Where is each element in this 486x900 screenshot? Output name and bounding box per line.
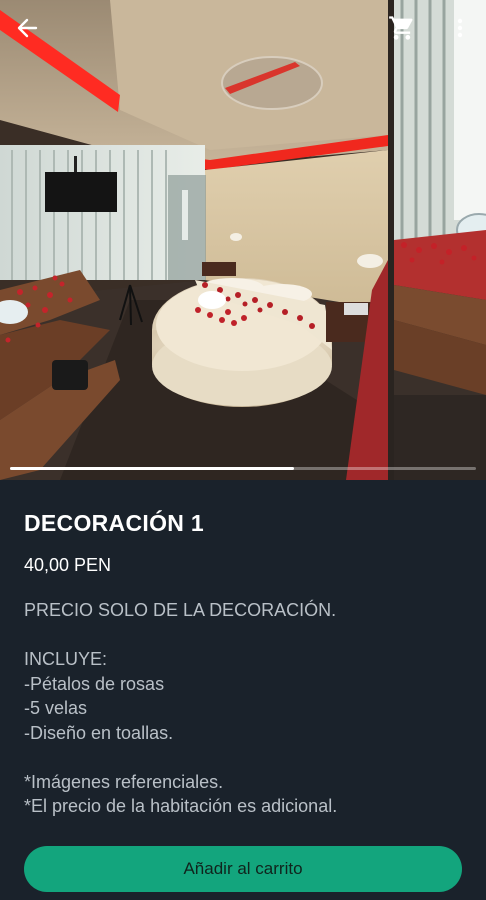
top-app-bar [0,0,486,56]
product-image-gallery[interactable] [0,0,486,480]
more-options-button[interactable] [448,14,472,42]
arrow-left-icon [17,18,38,38]
product-details: DECORACIÓN 1 40,00 PEN PRECIO SOLO DE LA… [0,480,486,825]
description-line: INCLUYE: [24,649,108,669]
room-photo-jacuzzi [394,0,486,480]
gallery-progress-bar [10,467,476,470]
description-line: -5 velas [24,698,88,718]
cart-button[interactable] [388,14,416,42]
description-line: -Pétalos de rosas [24,673,165,694]
product-price: 40,00 PEN [24,555,112,575]
gallery-image-jacuzzi[interactable] [394,0,486,480]
description-line [24,745,462,770]
description-line: -Diseño en toallas. [24,722,174,743]
description-line [24,623,462,648]
description-line: *El precio de la habitación es adicional… [24,796,338,816]
description-line: *Imágenes referenciales. [24,771,224,792]
more-vertical-icon [457,18,463,38]
description-line: PRECIO SOLO DE LA DECORACIÓN. [24,600,337,620]
room-photo-round-bed [0,0,388,480]
add-to-cart-button[interactable]: Añadir al carrito [24,846,462,892]
gallery-progress-fill [10,467,295,470]
product-title: DECORACIÓN 1 [24,510,204,536]
gallery-image-room[interactable] [0,0,388,480]
back-button[interactable] [14,14,42,42]
shopping-cart-icon [389,16,413,40]
bottom-action-bar: Añadir al carrito [0,825,486,900]
product-description: PRECIO SOLO DE LA DECORACIÓN. INCLUYE: -… [24,598,462,819]
